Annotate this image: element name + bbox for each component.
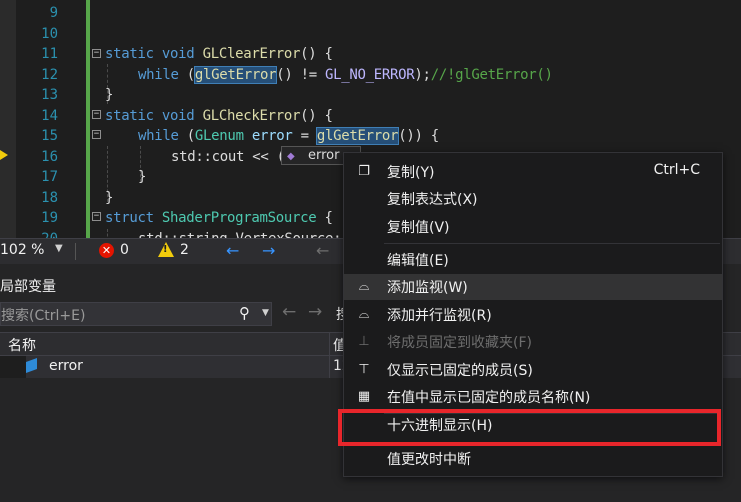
zoom-level[interactable]: 102 %: [0, 242, 44, 258]
arrow-left-icon[interactable]: ←: [316, 241, 329, 260]
panel-title: 局部变量: [0, 279, 56, 295]
menu-item-label: 添加监视(W): [387, 280, 468, 296]
highlight-annotation-box: [338, 409, 721, 446]
line-number: 20: [0, 229, 58, 239]
pinned-names-icon: ▦: [357, 389, 371, 404]
pin-icon: ⊥: [358, 334, 370, 349]
search-icon[interactable]: ⚲: [239, 304, 250, 322]
search-input[interactable]: 搜索(Ctrl+E) ⚲ ▼: [0, 302, 272, 326]
selected-identifier: glGetError: [193, 65, 278, 84]
column-header-name[interactable]: 名称: [8, 335, 36, 355]
menu-item-add-watch[interactable]: ⌓ 添加监视(W): [344, 274, 722, 300]
menu-item-add-parallel-watch[interactable]: ⌓ 添加并行监视(R): [344, 302, 722, 328]
menu-item-label: 复制(Y): [387, 165, 435, 181]
chevron-down-icon[interactable]: ▼: [262, 308, 269, 318]
selected-identifier: glGetError: [315, 127, 400, 145]
line-number: 13: [41, 87, 58, 103]
menu-item-copy-expression[interactable]: 复制表达式(X): [344, 186, 722, 212]
divider: [75, 243, 76, 260]
copy-icon: ❐: [358, 164, 370, 179]
menu-item-label: 值更改时中断: [387, 452, 471, 468]
variable-name: error: [49, 358, 83, 374]
menu-item-edit-value[interactable]: 编辑值(E): [344, 247, 722, 273]
indent-guide: [107, 229, 108, 238]
menu-item-label: 复制表达式(X): [387, 192, 478, 208]
code-line-15: while (GLenum error = glGetError()) {: [138, 127, 439, 145]
variable-cube-icon: ◆: [287, 151, 295, 162]
search-forward-icon[interactable]: →: [308, 302, 322, 322]
menu-item-label: 将成员固定到收藏夹(F): [387, 335, 532, 351]
line-number: 16: [41, 148, 58, 165]
line-number: 18: [41, 189, 58, 206]
menu-item-label: 仅显示已固定的成员(S): [387, 363, 533, 379]
watch-glasses-icon: ⌓: [358, 279, 370, 294]
line-number: 10: [41, 25, 58, 42]
collapse-toggle[interactable]: −: [92, 212, 101, 221]
arrow-right-icon[interactable]: →: [262, 241, 275, 260]
line-number: 14: [41, 107, 58, 124]
menu-item-show-pinned-only[interactable]: ⊤ 仅显示已固定的成员(S): [344, 357, 722, 383]
variable-icon: [26, 357, 37, 374]
collapse-toggle[interactable]: −: [92, 49, 101, 58]
line-number: 9: [49, 5, 58, 21]
collapse-toggle[interactable]: −: [92, 130, 101, 139]
error-icon[interactable]: ✕: [99, 243, 114, 258]
parallel-watch-icon: ⌓: [358, 307, 370, 322]
line-number: 12: [41, 66, 58, 83]
code-line-12: while (glGetError() != GL_NO_ERROR);//!g…: [138, 65, 553, 84]
menu-item-break-on-change[interactable]: 值更改时中断: [344, 446, 722, 472]
menu-item-show-pinned-names[interactable]: ▦ 在值中显示已固定的成员名称(N): [344, 384, 722, 410]
line-number: 11: [41, 46, 58, 62]
column-divider: [329, 356, 330, 378]
code-line-20: std::string VertexSource;: [138, 229, 342, 239]
arrow-left-icon[interactable]: ←: [226, 241, 239, 260]
line-number: 19: [41, 210, 58, 226]
menu-item-label: 添加并行监视(R): [387, 308, 492, 324]
line-number: 15: [41, 128, 58, 144]
code-line-16: std::cout << (: [171, 148, 285, 165]
chevron-down-icon[interactable]: ▼: [55, 243, 63, 254]
column-divider[interactable]: [329, 333, 330, 355]
menu-item-shortcut: Ctrl+C: [653, 162, 700, 178]
menu-item-label: 复制值(V): [387, 220, 450, 236]
code-line-17: }: [138, 169, 147, 185]
search-back-icon[interactable]: ←: [282, 302, 296, 322]
code-line-11: static void GLClearError() {: [105, 46, 333, 62]
code-line-14: static void GLCheckError() {: [105, 107, 333, 124]
code-line-13: }: [105, 87, 114, 103]
menu-item-label: 在值中显示已固定的成员名称(N): [387, 390, 591, 406]
menu-separator: [384, 243, 720, 244]
menu-item-copy-value[interactable]: 复制值(V): [344, 214, 722, 240]
line-number: 17: [41, 169, 58, 185]
search-placeholder: 搜索(Ctrl+E): [1, 308, 86, 324]
filter-pinned-icon: ⊤: [358, 362, 370, 377]
menu-item-copy[interactable]: ❐ 复制(Y) Ctrl+C: [344, 159, 722, 185]
row-indent: [0, 356, 26, 378]
warning-mark: !: [163, 244, 168, 255]
warning-count[interactable]: 2: [180, 242, 189, 258]
datatip-name: error: [308, 148, 340, 163]
code-line-19: struct ShaderProgramSource {: [105, 210, 333, 226]
collapse-toggle[interactable]: −: [92, 110, 101, 119]
code-line-18: }: [105, 189, 114, 206]
menu-item-pin-to-favorites: ⊥ 将成员固定到收藏夹(F): [344, 329, 722, 355]
menu-item-label: 编辑值(E): [387, 253, 449, 269]
error-count[interactable]: 0: [120, 242, 129, 258]
